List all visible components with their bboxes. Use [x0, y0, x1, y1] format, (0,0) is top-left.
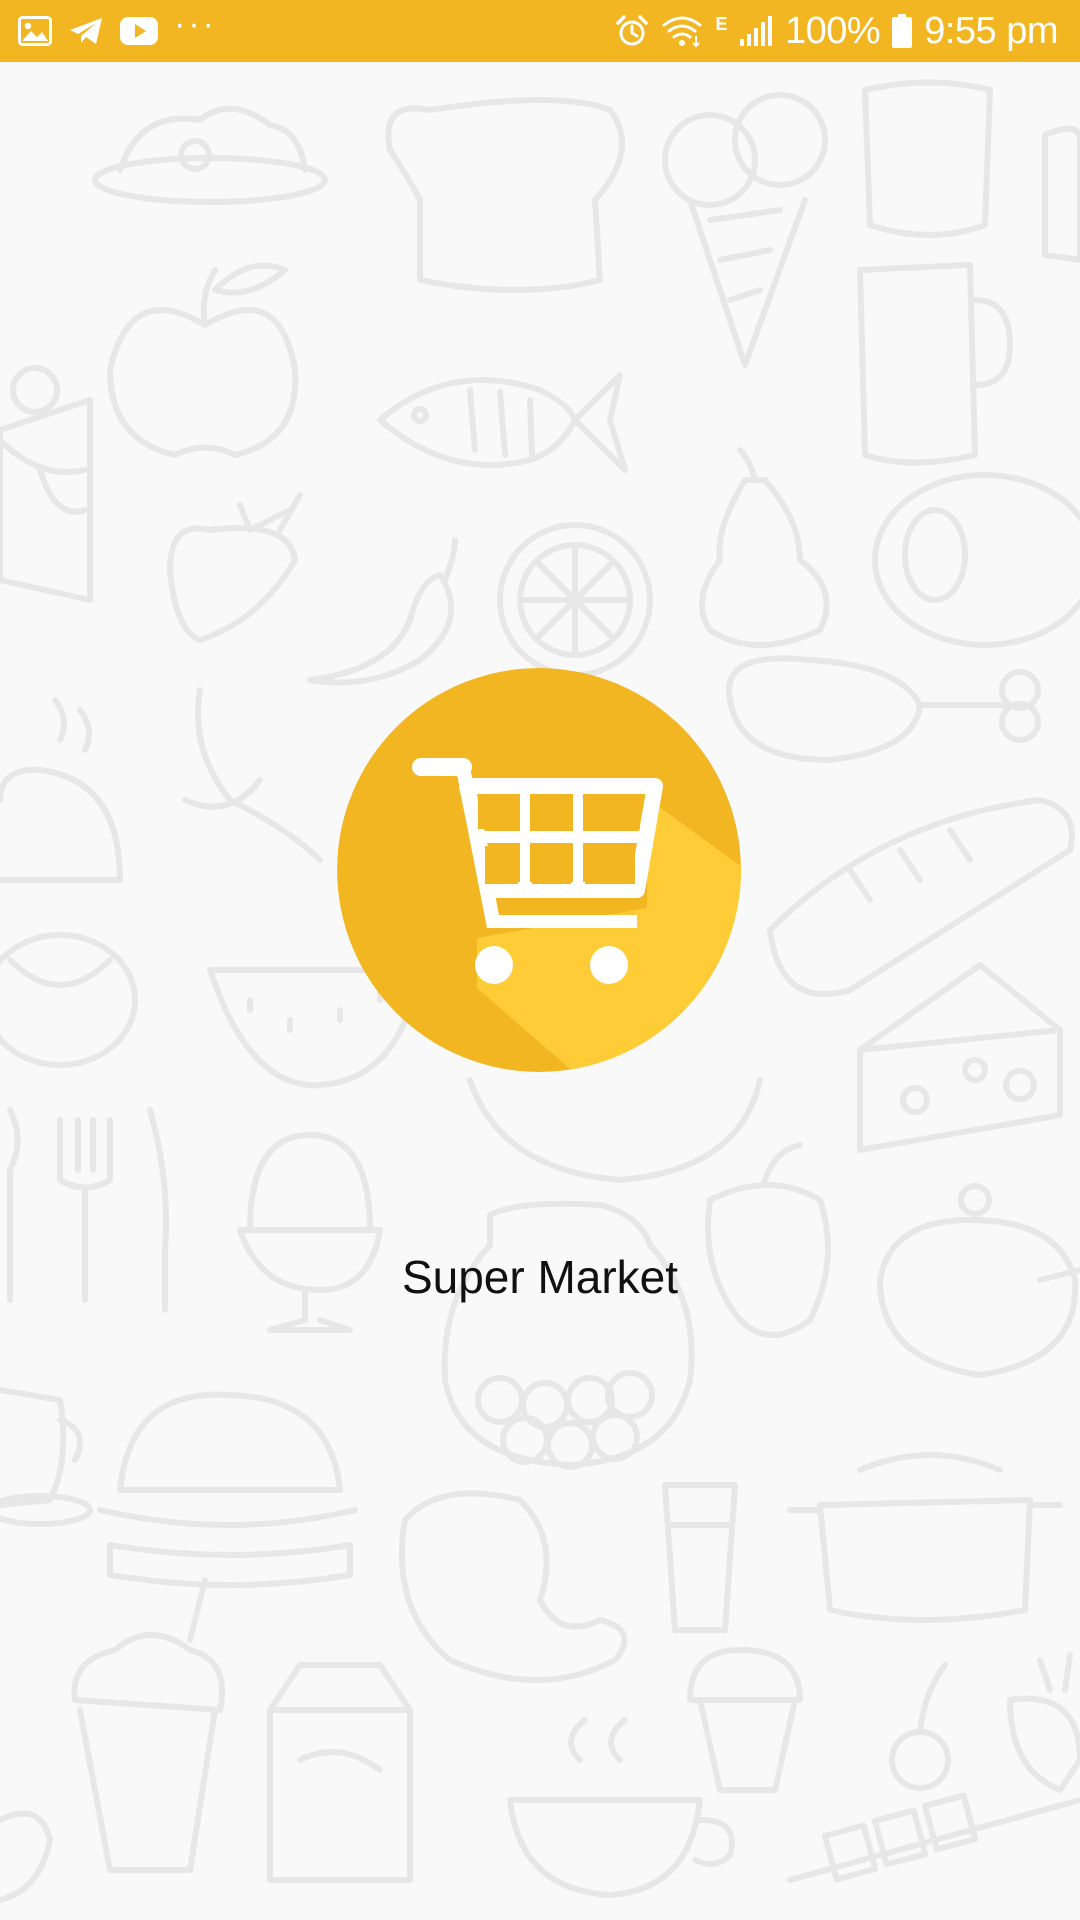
cake-slice-doodle [0, 365, 93, 603]
splash-screen: ··· E 100% 9:55 pm Super Market [0, 0, 1080, 1920]
drumstick-doodle [726, 655, 1041, 763]
battery-percent: 100% [784, 9, 881, 52]
gallery-icon [18, 16, 52, 46]
status-bar: ··· E 100% 9:55 pm [0, 0, 1080, 62]
milk-carton-doodle [267, 1662, 413, 1883]
pretzel-doodle [0, 932, 138, 1068]
glass-doodle [662, 1482, 738, 1633]
coffee-cup-doodle [0, 1387, 93, 1527]
croissant-doodle [182, 687, 323, 863]
app-title: Super Market [401, 1251, 679, 1303]
telegram-icon [68, 16, 104, 46]
pot-doodle [787, 1452, 1063, 1623]
pear-doodle [699, 447, 830, 648]
fish-doodle [377, 372, 628, 473]
youtube-icon [120, 17, 158, 45]
skewer-doodle [787, 1792, 1080, 1883]
signal-icon [739, 15, 773, 47]
cup-doodle [862, 79, 1080, 263]
ice-cream-doodle [662, 92, 828, 368]
sausage-doodle [399, 1490, 628, 1683]
donut-doodle [872, 472, 1080, 648]
status-bar-right: E 100% 9:55 pm [603, 0, 1058, 62]
alarm-icon [615, 14, 649, 48]
shopping-cart-icon [337, 668, 741, 1072]
radish-doodle [1007, 1652, 1080, 1793]
bowl-doodle [467, 1077, 763, 1183]
chili-doodle [307, 537, 458, 686]
burger-doodle [97, 1391, 358, 1588]
lemon-doodle [497, 522, 653, 678]
milkshake-doodle [71, 1577, 225, 1873]
rice-plate-doodle [92, 105, 328, 205]
cupcake-doodle [687, 1647, 803, 1793]
cloche-doodle [0, 697, 123, 883]
cherry-doodle [889, 1662, 951, 1791]
battery-icon [892, 14, 913, 48]
candy-jar-doodle [441, 1200, 695, 1470]
bread-doodle [385, 97, 625, 293]
jug-doodle [857, 262, 1013, 466]
network-type-label: E [715, 14, 727, 34]
clock: 9:55 pm [924, 9, 1058, 52]
wifi-icon [661, 14, 703, 48]
strawberry-doodle [167, 492, 303, 643]
baguette-doodle [767, 797, 1075, 997]
status-bar-left: ··· [18, 0, 233, 62]
more-dots-icon: ··· [174, 5, 217, 43]
apple-doodle [107, 262, 299, 458]
pepper-doodle [705, 1142, 831, 1338]
teacup-doodle [507, 1717, 735, 1898]
cheese-doodle [857, 962, 1063, 1153]
plate-doodle [0, 1810, 53, 1903]
